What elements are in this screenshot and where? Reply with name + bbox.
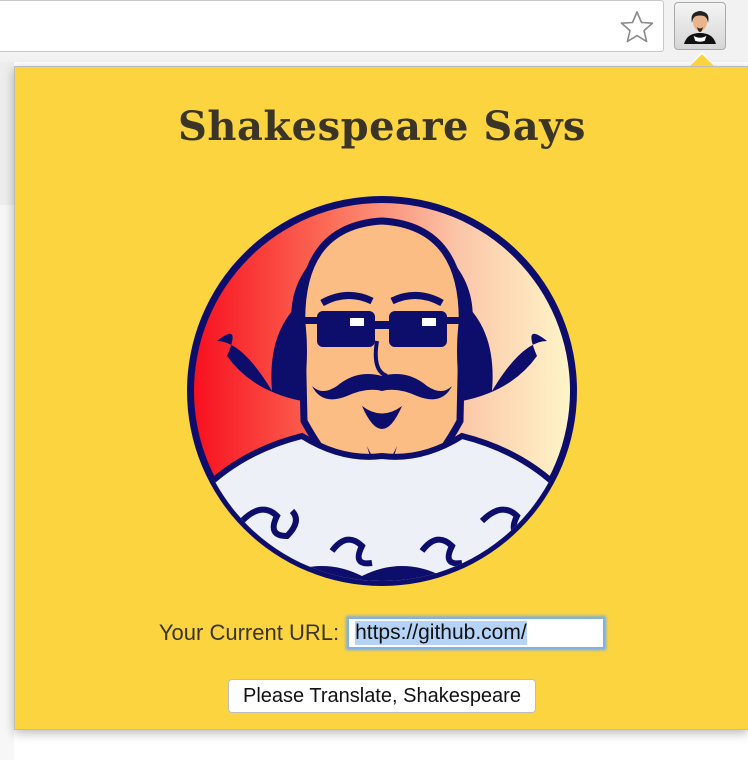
url-label: Your Current URL: xyxy=(158,620,340,645)
button-row: Please Translate, Shakespeare xyxy=(15,679,748,713)
translate-button[interactable]: Please Translate, Shakespeare xyxy=(228,679,536,713)
current-url-row: Your Current URL: https://github.com/ xyxy=(15,617,748,649)
address-bar[interactable] xyxy=(0,0,664,52)
url-input-value: https://github.com/ xyxy=(355,621,527,645)
page-backdrop-lower xyxy=(0,205,14,760)
shakespeare-icon xyxy=(684,11,716,44)
star-icon xyxy=(620,11,654,43)
popup-pointer-fill xyxy=(690,54,714,66)
shakespeare-logo xyxy=(187,196,577,586)
url-input[interactable]: https://github.com/ xyxy=(347,617,606,649)
extension-popup: Shakespeare Says Your Current URL: https… xyxy=(14,66,748,730)
popup-title: Shakespeare Says xyxy=(178,103,586,150)
bookmark-star-button[interactable] xyxy=(618,8,656,46)
shakespeare-extension-button[interactable] xyxy=(674,2,726,50)
